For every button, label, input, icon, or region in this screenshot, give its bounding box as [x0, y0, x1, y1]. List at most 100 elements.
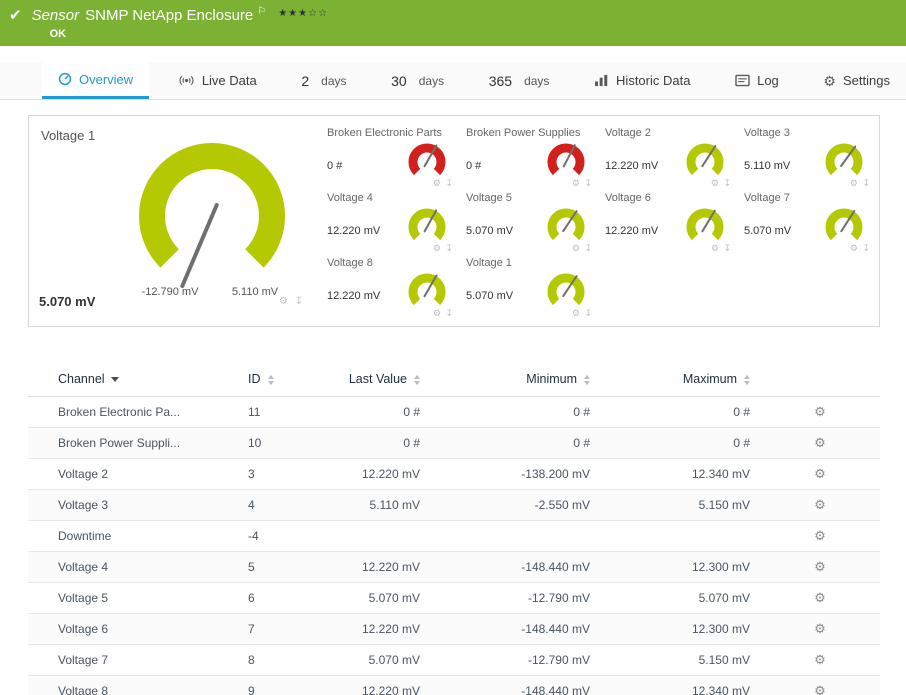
gauge-label: Broken Power Supplies: [466, 127, 581, 139]
table-row-voltage-5[interactable]: Voltage 5 6 5.070 mV -12.790 mV 5.070 mV ⚙: [28, 582, 880, 614]
tab-historic-data[interactable]: Historic Data: [578, 62, 706, 99]
small-gauges-grid: Broken Electronic Parts 0 # ⚙ ↧ Broken Powe…: [317, 116, 879, 326]
gear-icon[interactable]: ⚙: [433, 308, 442, 318]
actions-cell: ⚙: [760, 396, 880, 428]
maximum-cell: 12.300 mV: [600, 613, 760, 645]
gauge-body: 0 #: [466, 139, 593, 183]
gear-icon[interactable]: ⚙: [711, 243, 720, 253]
gear-icon[interactable]: ⚙: [850, 243, 859, 253]
gear-icon[interactable]: ⚙: [572, 243, 581, 253]
gauge-body: 0 #: [327, 139, 454, 183]
tab-live-data[interactable]: Live Data: [162, 62, 273, 99]
primary-gauge-label: Voltage 1: [41, 128, 96, 143]
tab-overview[interactable]: Overview: [42, 62, 150, 99]
table-row-broken-power-suppli[interactable]: Broken Power Suppli... 10 0 #0 #0 # ⚙: [28, 427, 880, 459]
primary-gauge-value: 5.070 mV: [39, 294, 96, 309]
table-header-row: Channel ID Last Value Minimum Maximum: [28, 360, 880, 397]
tab-number: 2: [301, 72, 310, 89]
channel-settings-icon[interactable]: ⚙: [814, 621, 826, 636]
gear-icon[interactable]: ⚙: [433, 243, 442, 253]
gauge-cell-voltage-4[interactable]: Voltage 4 12.220 mV ⚙ ↧: [319, 190, 458, 255]
tab-settings[interactable]: ⚙ Settings: [807, 62, 906, 99]
gauge-dial: [821, 206, 867, 248]
col-maximum[interactable]: Maximum: [600, 360, 760, 397]
channel-settings-icon[interactable]: ⚙: [814, 435, 826, 450]
tab-bar: Overview Live Data 2 days 30 days 365 da…: [0, 62, 906, 100]
channel-settings-icon[interactable]: ⚙: [814, 404, 826, 419]
tab-log[interactable]: Log: [719, 62, 795, 99]
sensor-kind-label: Sensor: [31, 7, 80, 24]
pin-icon[interactable]: ↧: [584, 243, 593, 253]
flag-icon[interactable]: ⚐: [257, 6, 266, 17]
id-cell: 3: [220, 458, 310, 490]
channel-cell: Voltage 8: [28, 675, 220, 695]
tab-30-days[interactable]: 30 days: [375, 62, 460, 99]
gauge-cell-voltage-8[interactable]: Voltage 8 12.220 mV ⚙ ↧: [319, 255, 458, 320]
gauge-cell-broken-power-supplies[interactable]: Broken Power Supplies 0 # ⚙ ↧: [458, 125, 597, 190]
minimum-cell: 0 #: [430, 427, 600, 459]
pin-icon[interactable]: ↧: [862, 178, 871, 188]
maximum-cell: 5.150 mV: [600, 489, 760, 521]
table-row-voltage-4[interactable]: Voltage 4 5 12.220 mV -148.440 mV 12.300 mV ⚙: [28, 551, 880, 583]
pin-icon[interactable]: ↧: [445, 178, 454, 188]
channel-settings-icon[interactable]: ⚙: [814, 683, 826, 695]
pin-icon[interactable]: ↧: [862, 243, 871, 253]
pin-icon[interactable]: ↧: [584, 178, 593, 188]
pin-icon[interactable]: ↧: [295, 296, 305, 307]
col-last-value[interactable]: Last Value: [310, 360, 430, 397]
channel-settings-icon[interactable]: ⚙: [814, 528, 826, 543]
gauge-cell-broken-electronic-parts[interactable]: Broken Electronic Parts 0 # ⚙ ↧: [319, 125, 458, 190]
pin-icon[interactable]: ↧: [445, 243, 454, 253]
col-channel[interactable]: Channel: [28, 360, 220, 397]
gear-icon[interactable]: ⚙: [711, 178, 720, 188]
pin-icon[interactable]: ↧: [723, 178, 732, 188]
gauge-label: Voltage 1: [466, 257, 512, 269]
primary-gauge-max: 5.110 mV: [231, 286, 279, 298]
channel-settings-icon[interactable]: ⚙: [814, 652, 826, 667]
gear-icon[interactable]: ⚙: [433, 178, 442, 188]
pin-icon[interactable]: ↧: [445, 308, 454, 318]
table-row-voltage-6[interactable]: Voltage 6 7 12.220 mV -148.440 mV 12.300 mV ⚙: [28, 613, 880, 645]
gear-icon[interactable]: ⚙: [572, 308, 581, 318]
gauge-cell-voltage-5[interactable]: Voltage 5 5.070 mV ⚙ ↧: [458, 190, 597, 255]
gauge-body: 5.070 mV: [744, 204, 871, 248]
table-row-voltage-2[interactable]: Voltage 2 3 12.220 mV -138.200 mV 12.340 mV ⚙: [28, 458, 880, 490]
gear-icon[interactable]: ⚙: [850, 178, 859, 188]
last-value-cell: 5.110 mV: [310, 489, 430, 521]
channel-settings-icon[interactable]: ⚙: [814, 466, 826, 481]
channel-settings-icon[interactable]: ⚙: [814, 590, 826, 605]
channel-settings-icon[interactable]: ⚙: [814, 497, 826, 512]
table-row-voltage-3[interactable]: Voltage 3 4 5.110 mV -2.550 mV 5.150 mV ⚙: [28, 489, 880, 521]
maximum-cell: 0 #: [600, 396, 760, 428]
gauge-dial: [404, 141, 450, 183]
gauge-cell-voltage-2[interactable]: Voltage 2 12.220 mV ⚙ ↧: [597, 125, 736, 190]
table-row-voltage-8[interactable]: Voltage 8 9 12.220 mV -148.440 mV 12.340 mV ⚙: [28, 675, 880, 695]
table-row-downtime[interactable]: Downtime -4 ⚙: [28, 520, 880, 552]
pin-icon[interactable]: ↧: [584, 308, 593, 318]
tab-label: days: [524, 73, 550, 88]
gauge-cell-voltage-1[interactable]: Voltage 1 5.070 mV ⚙ ↧: [458, 255, 597, 320]
minimum-cell: -2.550 mV: [430, 489, 600, 521]
channel-settings-icon[interactable]: ⚙: [814, 559, 826, 574]
gear-icon[interactable]: ⚙: [279, 296, 290, 307]
primary-gauge[interactable]: Voltage 1 -12.790 mV 5.110 mV 5.070 mV ⚙…: [29, 116, 317, 326]
last-value-cell: 0 #: [310, 396, 430, 428]
gauge-value: 5.070 mV: [466, 290, 514, 302]
gauge-cell-voltage-6[interactable]: Voltage 6 12.220 mV ⚙ ↧: [597, 190, 736, 255]
gauge-cell-voltage-3[interactable]: Voltage 3 5.110 mV ⚙ ↧: [736, 125, 875, 190]
tab-365-days[interactable]: 365 days: [473, 62, 566, 99]
pin-icon[interactable]: ↧: [723, 243, 732, 253]
tab-2-days[interactable]: 2 days: [285, 62, 362, 99]
gauge-cell-voltage-7[interactable]: Voltage 7 5.070 mV ⚙ ↧: [736, 190, 875, 255]
table-row-broken-electronic-pa[interactable]: Broken Electronic Pa... 11 0 #0 #0 # ⚙: [28, 396, 880, 428]
actions-cell: ⚙: [760, 675, 880, 695]
col-minimum[interactable]: Minimum: [430, 360, 600, 397]
col-id[interactable]: ID: [220, 360, 310, 397]
gear-icon[interactable]: ⚙: [572, 178, 581, 188]
channel-cell: Voltage 5: [28, 582, 220, 614]
last-value-cell: [310, 520, 430, 552]
tab-label: Live Data: [201, 73, 257, 88]
last-value-cell: 0 #: [310, 427, 430, 459]
table-row-voltage-7[interactable]: Voltage 7 8 5.070 mV -12.790 mV 5.150 mV ⚙: [28, 644, 880, 676]
priority-stars[interactable]: ★★★☆☆: [278, 8, 328, 19]
